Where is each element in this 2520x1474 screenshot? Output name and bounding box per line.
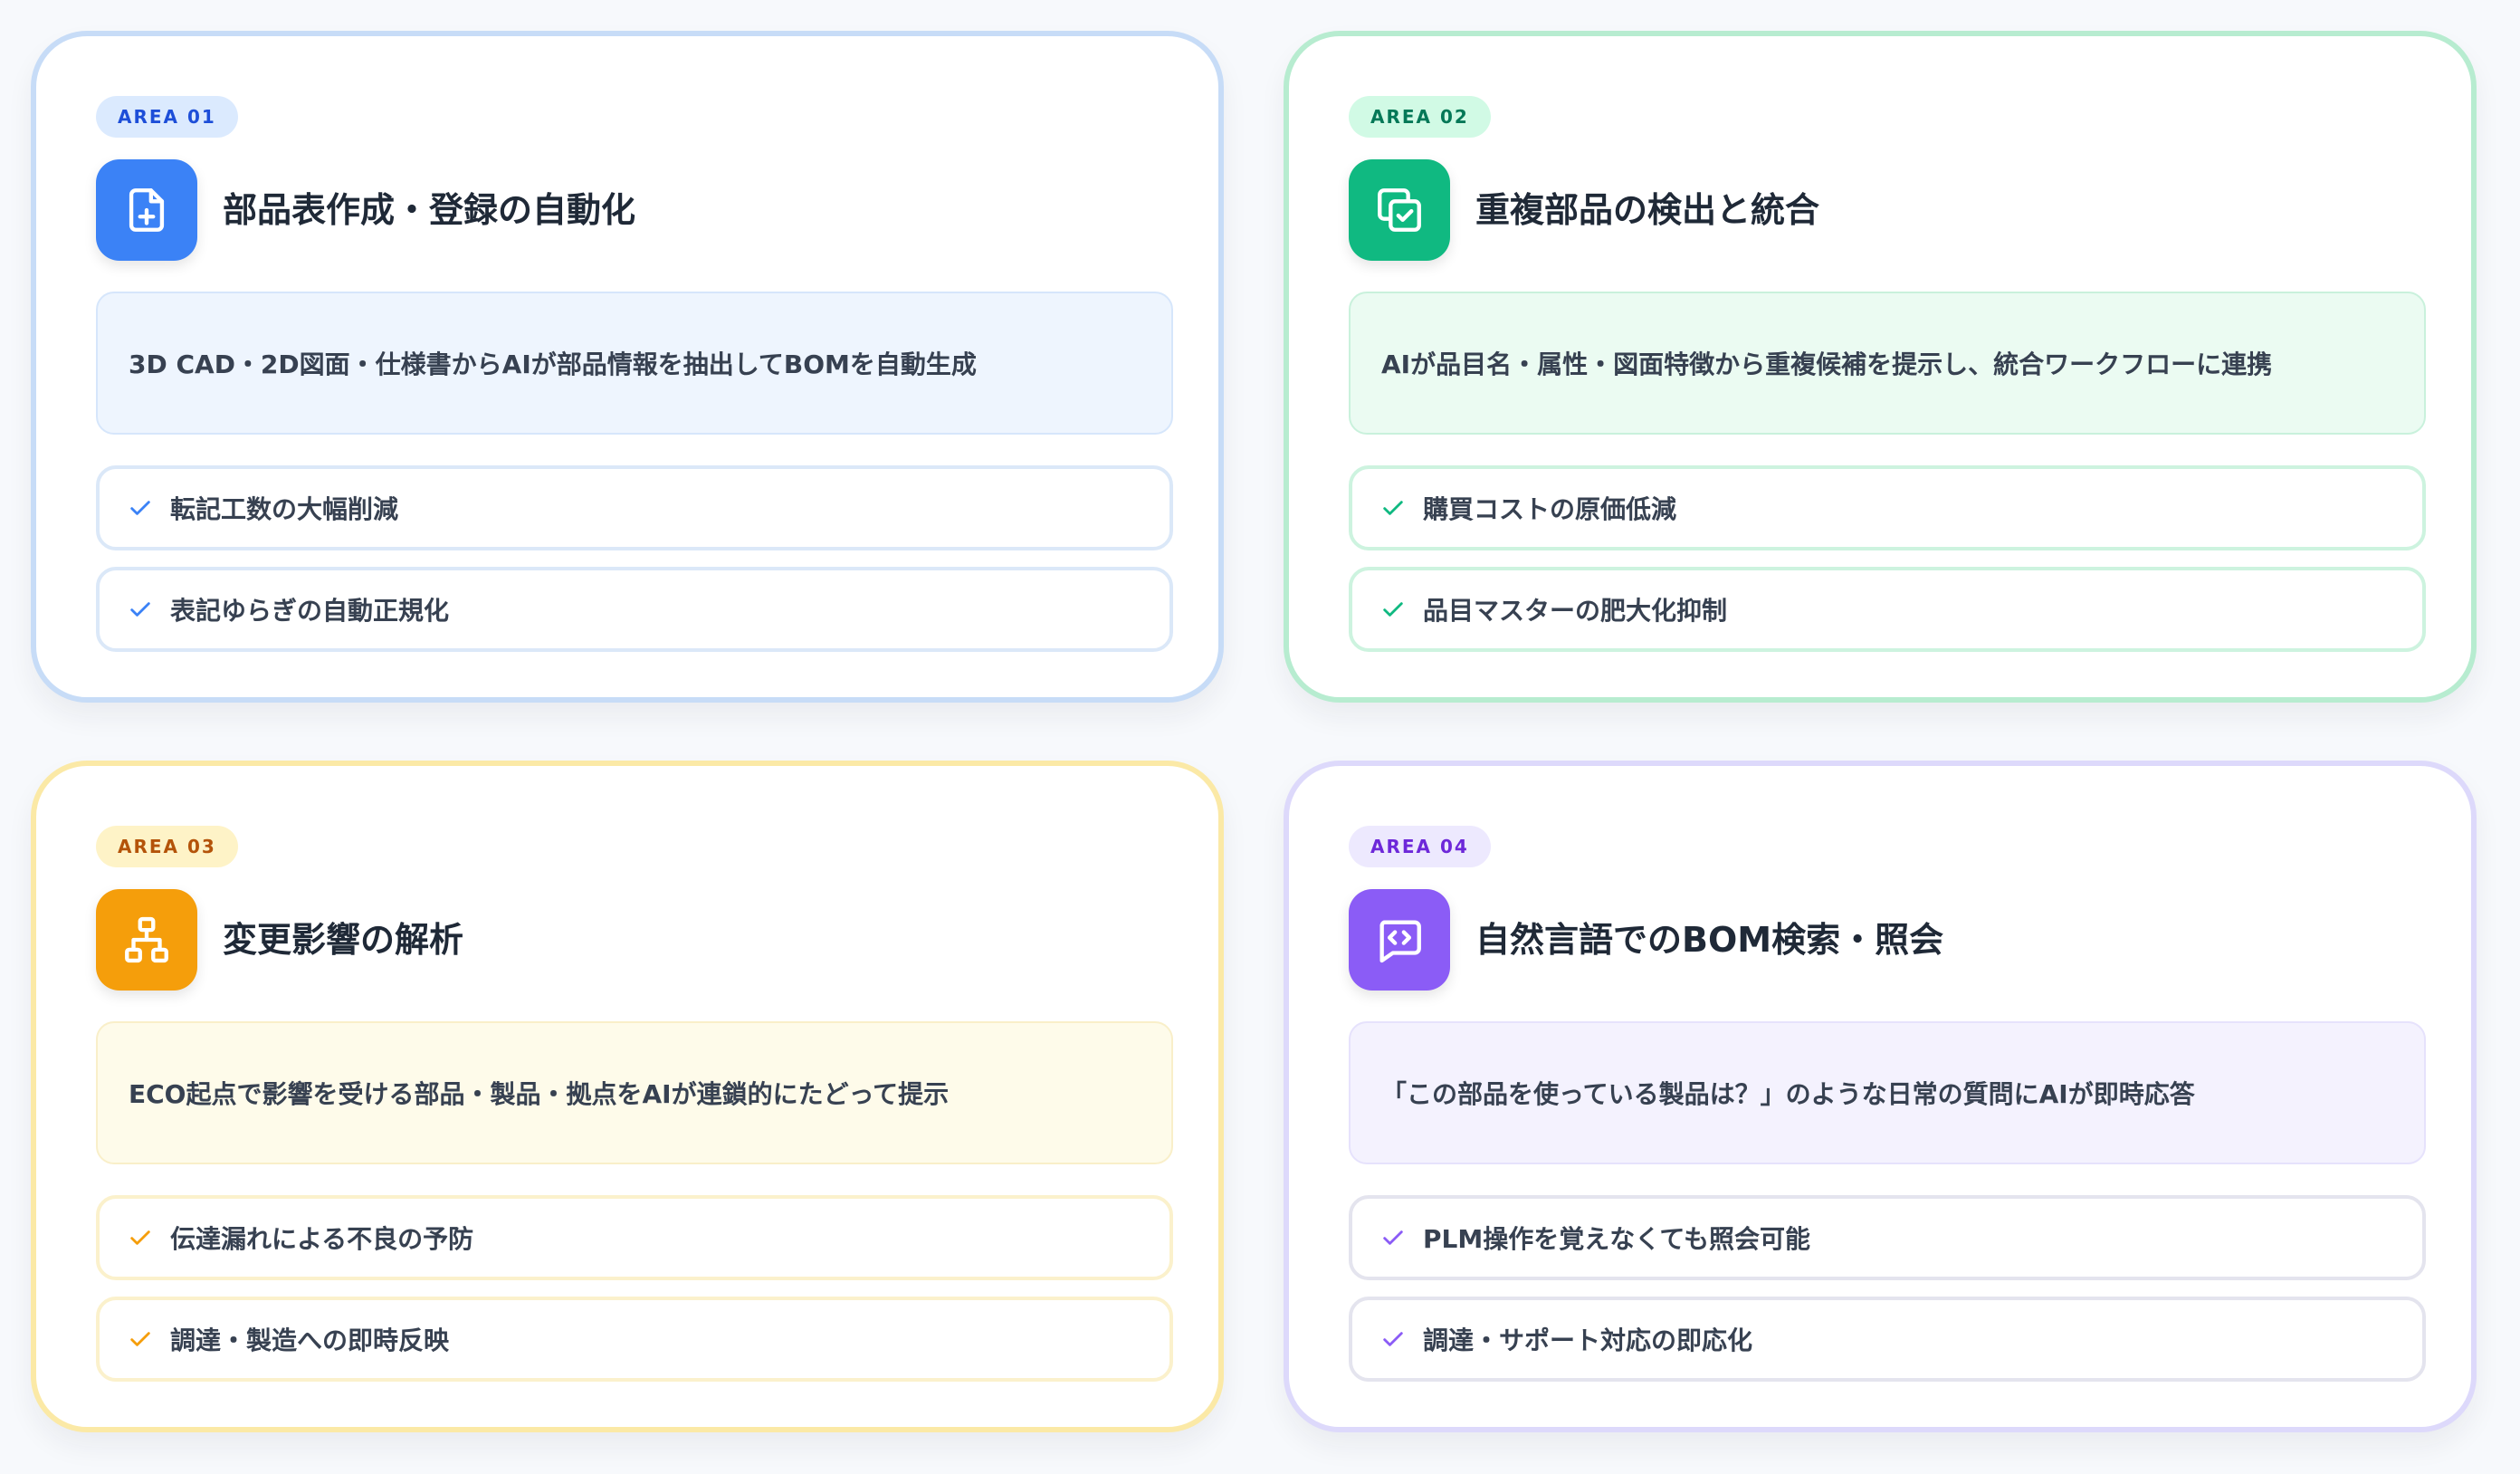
check-icon	[127, 596, 154, 623]
benefit-item: 調達・サポート対応の即応化	[1349, 1297, 2426, 1382]
hierarchy-icon	[96, 889, 197, 991]
benefit-item: 表記ゆらぎの自動正規化	[96, 567, 1173, 652]
area-card-02: AREA 02 重複部品の検出と統合 AIが品目名・属性・図面特徴から重複候補を…	[1284, 31, 2477, 703]
chat-code-icon	[1349, 889, 1450, 991]
benefit-text: 表記ゆらぎの自動正規化	[170, 596, 450, 626]
benefit-item: 伝達漏れによる不良の予防	[96, 1195, 1173, 1280]
benefit-item: PLM操作を覚えなくても照会可能	[1349, 1195, 2426, 1280]
area-description: AIが品目名・属性・図面特徴から重複候補を提示し、統合ワークフローに連携	[1349, 292, 2426, 435]
check-icon	[127, 1326, 154, 1353]
area-badge: AREA 04	[1349, 826, 1491, 867]
check-icon	[127, 494, 154, 522]
area-title: 部品表作成・登録の自動化	[223, 190, 636, 230]
area-title: 重複部品の検出と統合	[1475, 190, 1820, 230]
benefit-text: PLM操作を覚えなくても照会可能	[1423, 1224, 1810, 1254]
file-plus-icon	[96, 159, 197, 261]
area-badge: AREA 02	[1349, 96, 1491, 138]
benefit-item: 調達・製造への即時反映	[96, 1297, 1173, 1382]
area-title: 変更影響の解析	[223, 920, 464, 960]
benefit-text: 調達・サポート対応の即応化	[1423, 1326, 1753, 1355]
copy-check-icon	[1349, 159, 1450, 261]
check-icon	[1379, 596, 1407, 623]
area-card-01: AREA 01 部品表作成・登録の自動化 3D CAD・2D図面・仕様書からAI…	[31, 31, 1224, 703]
benefit-item: 品目マスターの肥大化抑制	[1349, 567, 2426, 652]
area-badge: AREA 01	[96, 96, 238, 138]
benefit-item: 転記工数の大幅削減	[96, 465, 1173, 550]
check-icon	[1379, 1326, 1407, 1353]
area-card-grid: AREA 01 部品表作成・登録の自動化 3D CAD・2D図面・仕様書からAI…	[0, 0, 2520, 1474]
area-card-03: AREA 03 変更影響の解析 ECO起点で影響を受ける部品・製品・拠点をAIが…	[31, 761, 1224, 1432]
area-badge: AREA 03	[96, 826, 238, 867]
benefit-text: 伝達漏れによる不良の予防	[170, 1224, 474, 1254]
area-description: 「この部品を使っている製品は？」のような日常の質問にAIが即時応答	[1349, 1021, 2426, 1164]
benefit-text: 購買コストの原価低減	[1423, 494, 1677, 524]
check-icon	[1379, 1224, 1407, 1251]
check-icon	[127, 1224, 154, 1251]
area-title: 自然言語でのBOM検索・照会	[1475, 920, 1944, 960]
area-description: ECO起点で影響を受ける部品・製品・拠点をAIが連鎖的にたどって提示	[96, 1021, 1173, 1164]
check-icon	[1379, 494, 1407, 522]
benefit-text: 転記工数の大幅削減	[170, 494, 399, 524]
benefit-item: 購買コストの原価低減	[1349, 465, 2426, 550]
area-card-04: AREA 04 自然言語でのBOM検索・照会 「この部品を使っている製品は？」の…	[1284, 761, 2477, 1432]
benefit-text: 品目マスターの肥大化抑制	[1423, 596, 1728, 626]
benefit-text: 調達・製造への即時反映	[170, 1326, 450, 1355]
area-description: 3D CAD・2D図面・仕様書からAIが部品情報を抽出してBOMを自動生成	[96, 292, 1173, 435]
